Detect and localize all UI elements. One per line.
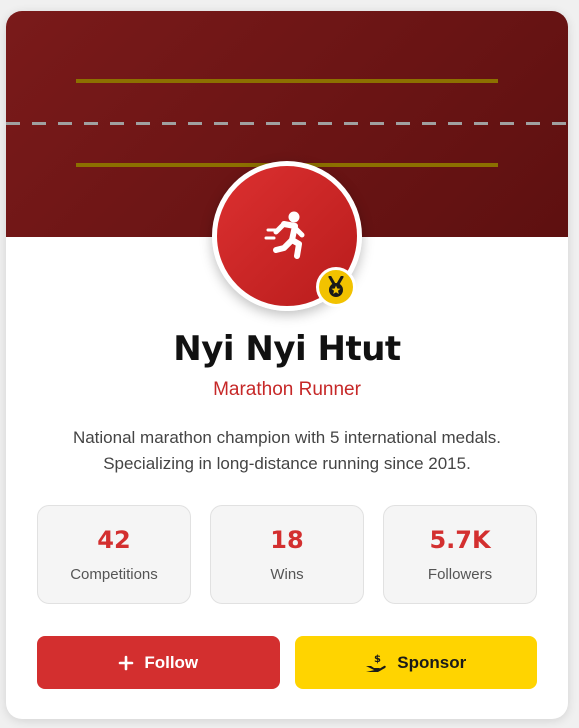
stat-value: 18 [270, 526, 304, 554]
stat-label: Competitions [70, 566, 158, 583]
bio-line: National marathon champion with 5 intern… [72, 428, 502, 447]
follow-button[interactable]: Follow [37, 636, 280, 689]
stat-value: 5.7K [429, 526, 491, 554]
hand-holding-dollar-icon: $ [365, 653, 387, 673]
stat-label: Followers [427, 566, 493, 583]
follow-label: Follow [144, 652, 199, 672]
athlete-role: Marathon Runner [213, 379, 361, 400]
athlete-bio: National marathon champion with 5 intern… [46, 425, 528, 477]
bio-line: Specializing in long-distance running si… [103, 454, 471, 473]
medal-icon [328, 276, 344, 297]
athlete-name: Nyi Nyi Htut [173, 329, 401, 369]
svg-text:$: $ [374, 654, 381, 665]
track-center-dashed-line [6, 122, 568, 125]
athlete-profile-card: Nyi Nyi Htut Marathon Runner National ma… [6, 11, 568, 719]
plus-icon [118, 655, 134, 671]
stat-wins: 18 Wins [210, 505, 364, 604]
running-person-icon [264, 211, 305, 259]
stat-label: Wins [270, 566, 304, 583]
stat-competitions: 42 Competitions [37, 505, 191, 604]
medal-badge [316, 267, 356, 307]
track-lane-line-top [76, 79, 498, 83]
stat-value: 42 [97, 526, 131, 554]
action-buttons: Follow $ Sponsor [37, 636, 537, 689]
sponsor-button[interactable]: $ Sponsor [294, 636, 537, 689]
stat-followers: 5.7K Followers [383, 505, 537, 604]
stats-row: 42 Competitions 18 Wins 5.7K Followers [37, 505, 537, 604]
sponsor-label: Sponsor [397, 652, 467, 672]
